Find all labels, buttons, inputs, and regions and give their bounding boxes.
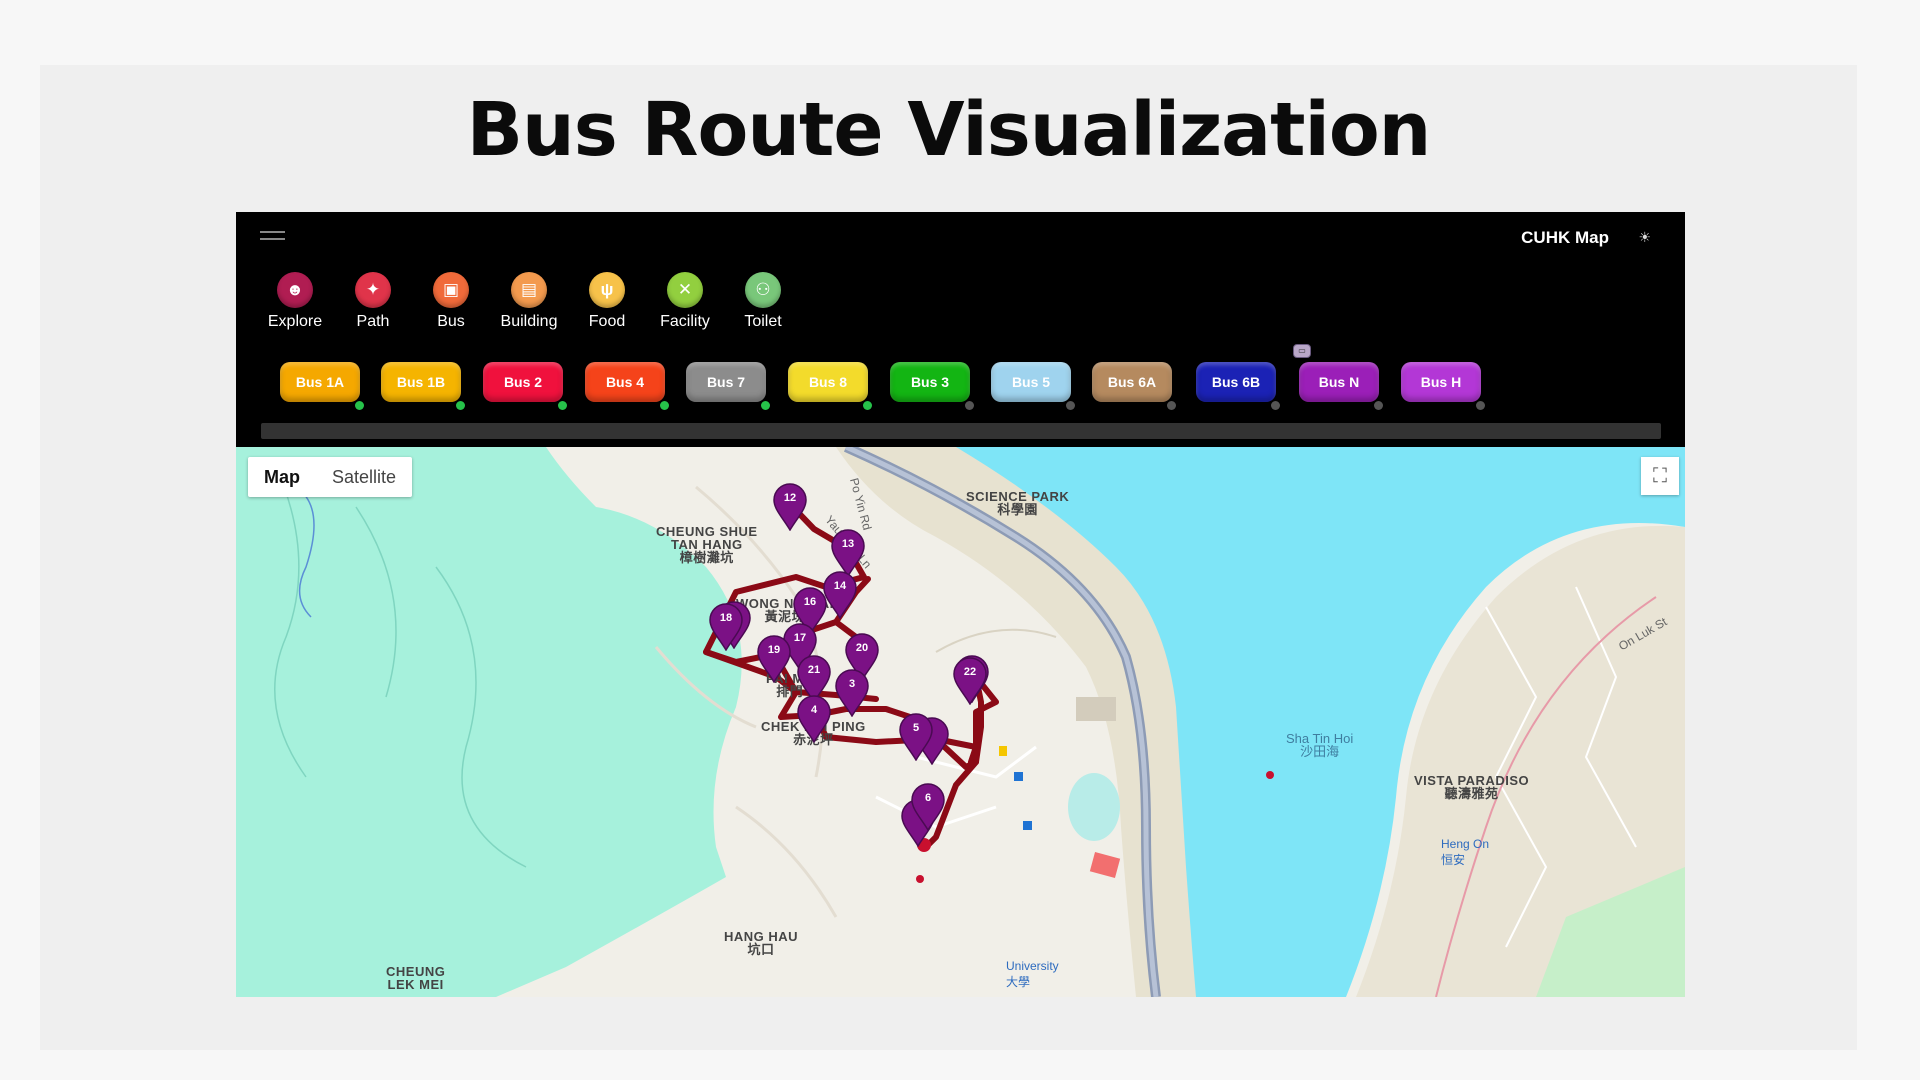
page-title: Bus Route Visualization xyxy=(466,87,1432,173)
slide: Bus Route Visualization CUHK Map ☀ ☻ Expl… xyxy=(40,65,1857,1050)
building-icon: ▤ xyxy=(511,272,547,308)
category-label: Path xyxy=(356,313,390,330)
app-window: CUHK Map ☀ ☻ Explore ✦ Path ▣ Bus ▤ Building ψ Fo… xyxy=(236,212,1685,997)
hamburger-icon[interactable] xyxy=(260,231,285,245)
category-label: Bus xyxy=(437,313,465,330)
sun-icon[interactable]: ☀ xyxy=(1638,229,1651,246)
bus-badge-icon: ▭ xyxy=(1293,344,1311,358)
status-dot xyxy=(355,401,364,410)
status-dot xyxy=(1374,401,1383,410)
map-pin-stop-6[interactable]: 6 xyxy=(910,783,946,831)
bus-chip-bus-6b[interactable]: Bus 6B xyxy=(1196,362,1280,410)
bus-chip-bus-h[interactable]: Bus H xyxy=(1401,362,1485,410)
map-canvas xyxy=(236,447,1685,997)
status-dot xyxy=(456,401,465,410)
top-bar: CUHK Map ☀ xyxy=(236,212,1685,262)
category-toilet[interactable]: ⚇ Toilet xyxy=(724,272,802,331)
map-type-toggle: Map Satellite xyxy=(248,457,413,497)
bus-chip-label: Bus 2 xyxy=(503,374,543,390)
status-dot xyxy=(761,401,770,410)
place-label-cheung-lek-mei: CHEUNG LEK MEI xyxy=(386,964,446,992)
category-label: Facility xyxy=(660,313,710,330)
toilet-icon: ⚇ xyxy=(745,272,781,308)
station-label-university: University 大學 xyxy=(1006,959,1059,989)
status-dot xyxy=(965,401,974,410)
bus-chip-label: Bus 6B xyxy=(1211,374,1261,390)
category-facility[interactable]: ✕ Facility xyxy=(646,272,724,331)
place-label-hang-hau: HANG HAU 坑口 xyxy=(724,929,799,957)
bus-chip-label: Bus 8 xyxy=(808,374,848,390)
map-pin-stop-18[interactable]: 18 xyxy=(708,603,744,651)
category-explore[interactable]: ☻ Explore xyxy=(256,272,334,331)
category-label: Explore xyxy=(267,313,323,330)
place-label-vista-paradiso: VISTA PARADISO 聽濤雅苑 xyxy=(1414,773,1530,801)
map-pin-stop-3[interactable]: 3 xyxy=(834,669,870,717)
bus-chip-label: Bus 6A xyxy=(1107,374,1157,390)
bus-chip-bus-3[interactable]: Bus 3 xyxy=(890,362,974,410)
bus-chip-label: Bus N xyxy=(1318,374,1360,390)
place-label-science-park: SCIENCE PARK 科學園 xyxy=(966,489,1070,517)
fullscreen-icon[interactable]: ⛶ xyxy=(1641,457,1679,495)
bus-chip-bus-1b[interactable]: Bus 1B xyxy=(381,362,465,410)
category-path[interactable]: ✦ Path xyxy=(334,272,412,331)
bus-chip-bus-1a[interactable]: Bus 1A xyxy=(280,362,364,410)
map-pin-stop-22[interactable]: 22 xyxy=(952,657,988,705)
category-label: Toilet xyxy=(744,313,782,330)
bus-chip-bus-2[interactable]: Bus 2 xyxy=(483,362,567,410)
bus-chip-label: Bus 1B xyxy=(396,374,446,390)
bus-chip-label: Bus 3 xyxy=(910,374,950,390)
bus-chip-bus-n[interactable]: Bus N ▭ xyxy=(1293,344,1383,410)
bus-chip-bus-7[interactable]: Bus 7 xyxy=(686,362,770,410)
category-building[interactable]: ▤ Building xyxy=(490,272,568,331)
map-pin-stop-13[interactable]: 13 xyxy=(830,529,866,577)
bus-chip-label: Bus 1A xyxy=(295,374,345,390)
category-bar: ☻ Explore ✦ Path ▣ Bus ▤ Building ψ Food ✕ Facility… xyxy=(256,272,802,331)
bus-chip-label: Bus H xyxy=(1420,374,1462,390)
bus-chip-label: Bus 7 xyxy=(706,374,746,390)
compass-icon: ☻ xyxy=(277,272,313,308)
category-label: Building xyxy=(500,313,558,330)
map-pin-stop-19[interactable]: 19 xyxy=(756,635,792,683)
status-dot xyxy=(1271,401,1280,410)
place-label-cheung-shue-tan-hang: CHEUNG SHUE TAN HANG 樟樹灘坑 xyxy=(656,524,758,565)
bus-chip-bus-8[interactable]: Bus 8 xyxy=(788,362,872,410)
food-icon: ψ xyxy=(589,272,625,308)
status-dot xyxy=(1476,401,1485,410)
horizontal-scrollbar[interactable] xyxy=(261,423,1661,439)
map-pin-stop-5[interactable]: 5 xyxy=(898,713,934,761)
category-food[interactable]: ψ Food xyxy=(568,272,646,331)
status-dot xyxy=(660,401,669,410)
walk-icon: ✦ xyxy=(355,272,391,308)
bus-chip-bus-4[interactable]: Bus 4 xyxy=(585,362,669,410)
station-label-heng-on: Heng On 恒安 xyxy=(1441,837,1490,867)
map-pin-stop-12[interactable]: 12 xyxy=(772,483,808,531)
bus-chip-bus-5[interactable]: Bus 5 xyxy=(991,362,1075,410)
water-label: Sha Tin Hoi 沙田海 xyxy=(1286,731,1354,759)
bus-chip-label: Bus 5 xyxy=(1011,374,1051,390)
bus-chip-label: Bus 4 xyxy=(605,374,645,390)
app-title: CUHK Map xyxy=(1521,228,1609,247)
status-dot xyxy=(1167,401,1176,410)
category-bus[interactable]: ▣ Bus xyxy=(412,272,490,331)
status-dot xyxy=(1066,401,1075,410)
map-tab[interactable]: Map xyxy=(248,457,316,497)
status-dot xyxy=(558,401,567,410)
bus-chip-bus-6a[interactable]: Bus 6A xyxy=(1092,362,1176,410)
tools-icon: ✕ xyxy=(667,272,703,308)
satellite-tab[interactable]: Satellite xyxy=(316,457,412,497)
status-dot xyxy=(863,401,872,410)
bus-icon: ▣ xyxy=(433,272,469,308)
category-label: Food xyxy=(588,313,626,330)
map-pin-stop-4[interactable]: 4 xyxy=(796,695,832,743)
map-view[interactable]: Map Satellite ⛶ SCIENCE PARK 科學園 CHEUNG S… xyxy=(236,447,1685,997)
